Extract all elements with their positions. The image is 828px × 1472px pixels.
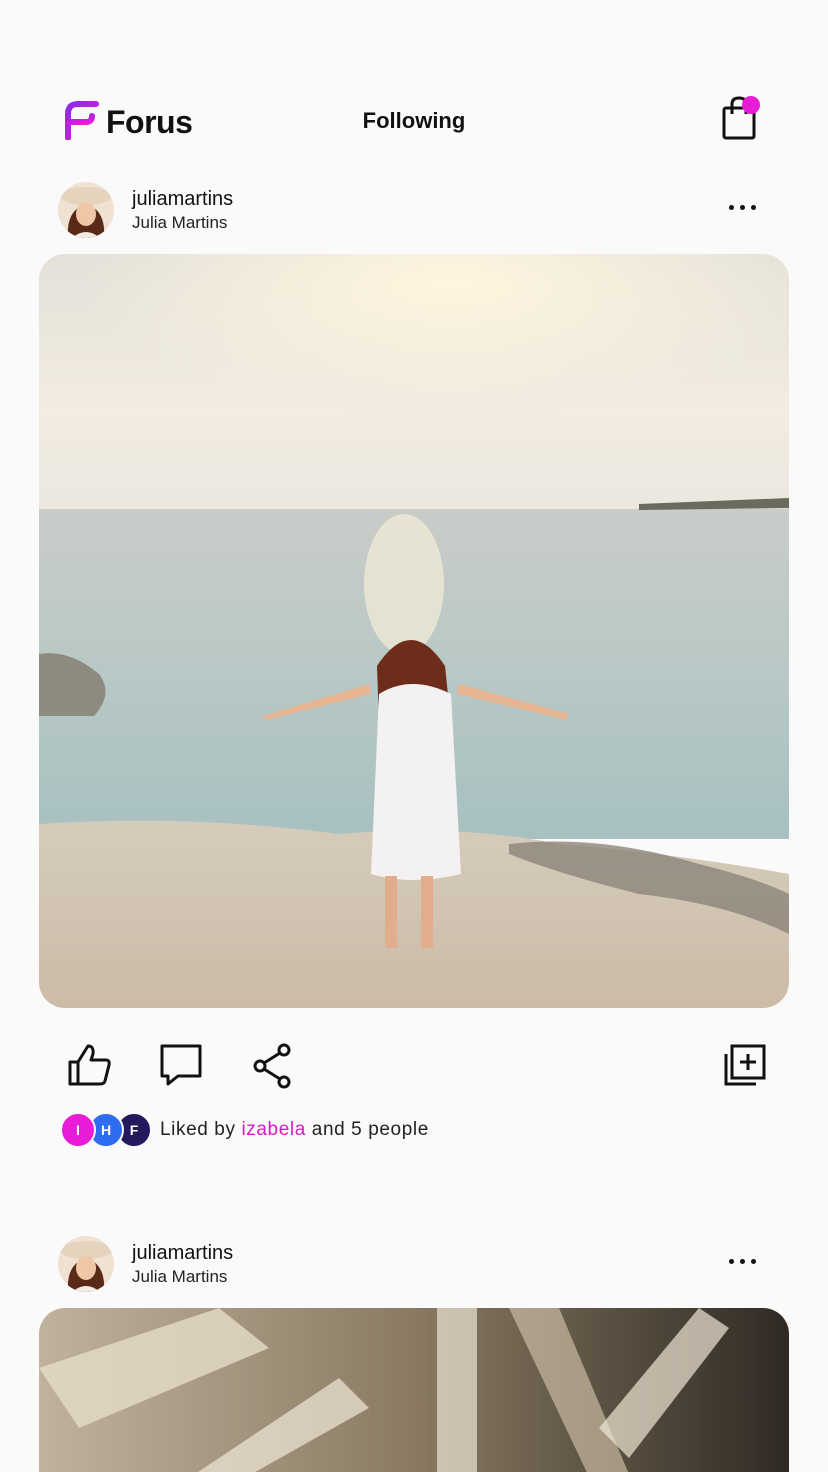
add-to-collection-icon[interactable] <box>720 1042 768 1090</box>
likes-summary[interactable]: F H I Liked by izabela and 5 people <box>60 1110 429 1150</box>
post-header: juliamartins Julia Martins <box>58 182 770 240</box>
avatar[interactable] <box>58 182 114 238</box>
liker-username[interactable]: izabela <box>241 1119 305 1140</box>
post-header: juliamartins Julia Martins <box>58 1236 770 1294</box>
post-username[interactable]: juliamartins <box>132 1242 233 1265</box>
page-title[interactable]: Following <box>0 108 828 134</box>
top-bar: Forus Following <box>0 96 828 146</box>
thumbs-up-icon[interactable] <box>66 1042 114 1090</box>
post-fullname: Julia Martins <box>132 213 228 232</box>
likes-text: Liked by izabela and 5 people <box>160 1119 429 1141</box>
likes-suffix: and 5 people <box>311 1119 429 1140</box>
more-dots-icon[interactable] <box>724 192 760 222</box>
comment-icon[interactable] <box>158 1042 206 1090</box>
post-fullname: Julia Martins <box>132 1267 228 1286</box>
post-username[interactable]: juliamartins <box>132 188 233 211</box>
post-photo[interactable] <box>39 1308 789 1472</box>
notification-badge <box>742 96 760 114</box>
more-dots-icon[interactable] <box>724 1246 760 1276</box>
avatar[interactable] <box>58 1236 114 1292</box>
post-actions <box>0 1038 828 1092</box>
likes-prefix: Liked by <box>160 1119 236 1140</box>
liker-avatar: I <box>60 1112 96 1148</box>
liker-avatars: F H I <box>60 1110 152 1150</box>
share-icon[interactable] <box>250 1042 298 1090</box>
post-photo[interactable] <box>39 254 789 1008</box>
